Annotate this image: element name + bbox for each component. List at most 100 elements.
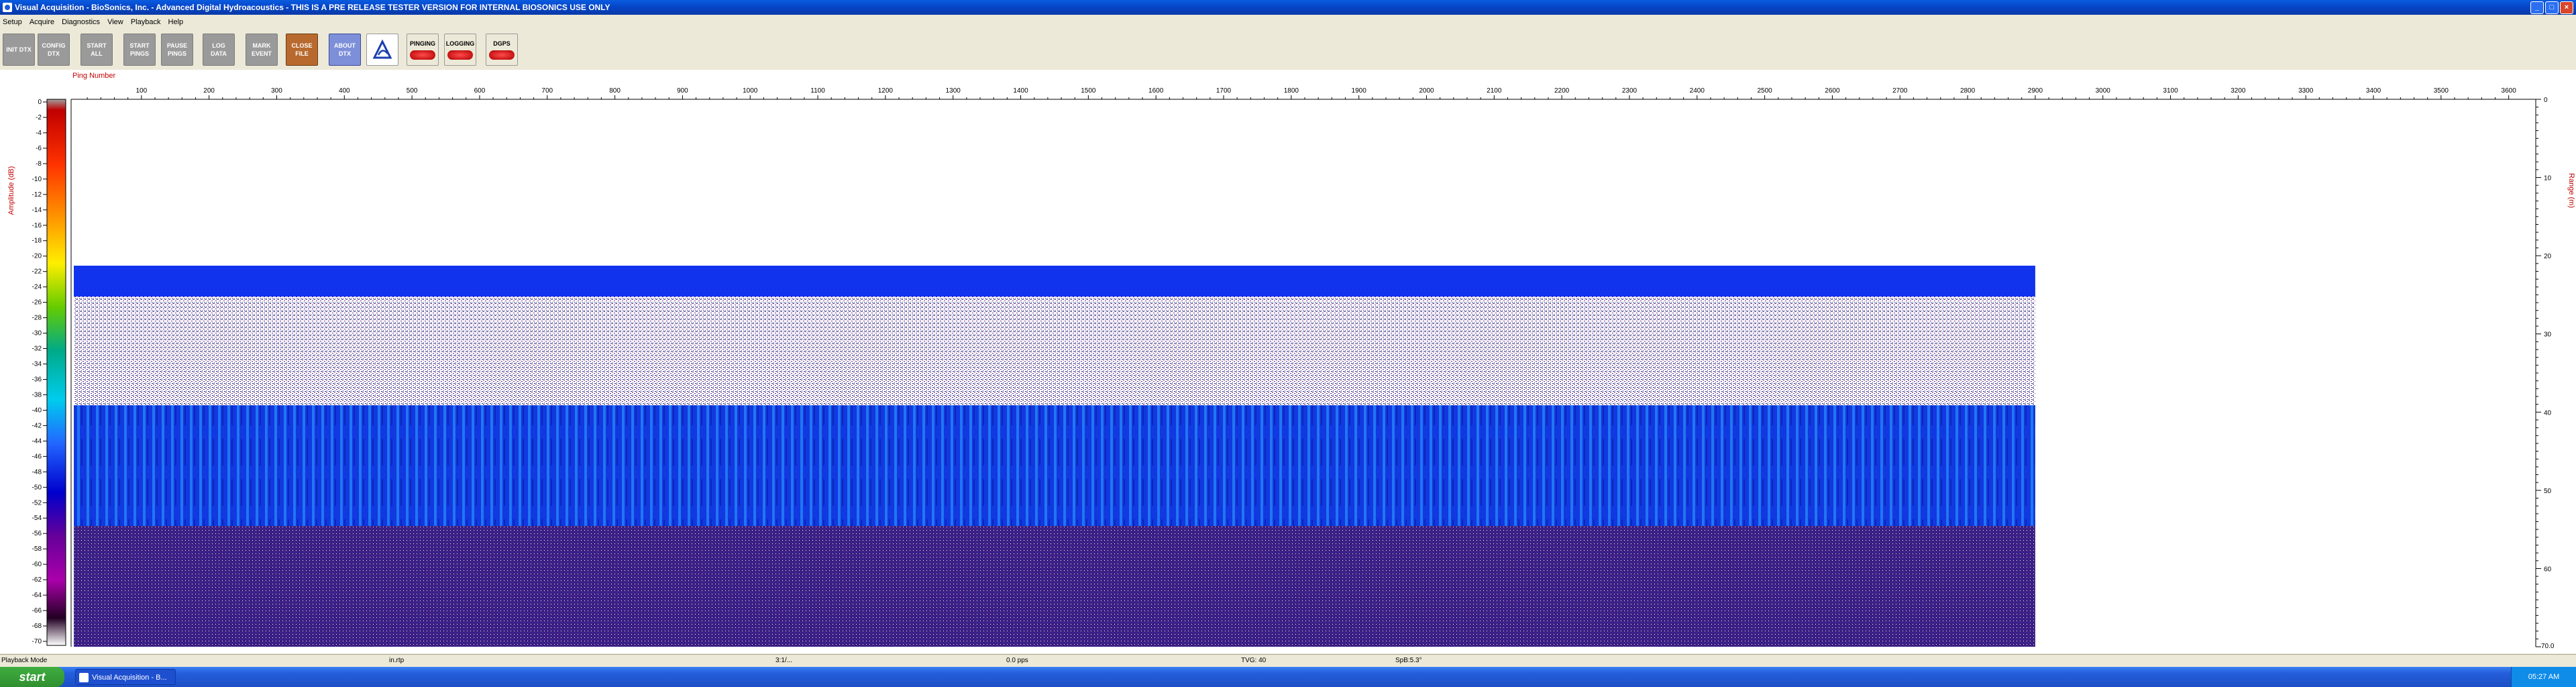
menu-diagnostics[interactable]: Diagnostics [59, 16, 103, 28]
init-dtx-button[interactable]: INIT DTX [3, 34, 35, 66]
x-tick-label: 1800 [1284, 87, 1299, 95]
amplitude-tick-label: 0 [38, 99, 42, 106]
status-file: in.rtp [389, 657, 405, 664]
x-tick-label: 300 [271, 87, 282, 95]
logging-label: LOGGING [445, 40, 475, 47]
mark-event-button[interactable]: MARK EVENT [246, 34, 278, 66]
status-mode: Playback Mode [1, 657, 48, 664]
x-tick-label: 800 [609, 87, 621, 95]
menu-view[interactable]: View [105, 16, 126, 28]
biosonics-logo-icon [366, 34, 398, 66]
start-pings-button[interactable]: START PINGS [123, 34, 156, 66]
x-tick-label: 3100 [2163, 87, 2178, 95]
x-tick-label: 1500 [1081, 87, 1096, 95]
amplitude-tick-label: -54 [32, 515, 42, 522]
amplitude-tick-label: -44 [32, 437, 42, 445]
minimize-button[interactable]: _ [2530, 1, 2544, 14]
amplitude-tick-label: -10 [32, 176, 42, 183]
pause-pings-button[interactable]: PAUSE PINGS [161, 34, 193, 66]
amplitude-tick-label: -48 [32, 468, 42, 476]
amplitude-tick-label: -18 [32, 237, 42, 245]
log-data-button[interactable]: LOG DATA [203, 34, 235, 66]
menu-playback[interactable]: Playback [128, 16, 164, 28]
config-dtx-button[interactable]: CONFIG DTX [38, 34, 70, 66]
x-tick-label: 3000 [2096, 87, 2111, 95]
amplitude-tick-label: -22 [32, 268, 42, 276]
start-all-button[interactable]: START ALL [80, 34, 113, 66]
taskbar: start Visual Acquisition - B... 05:27 AM [0, 667, 2576, 687]
range-tick-label: 10 [2544, 175, 2552, 182]
range-tick-label: 20 [2544, 253, 2552, 260]
amplitude-tick-label: -58 [32, 545, 42, 553]
x-tick-label: 2800 [1960, 87, 1976, 95]
maximize-button[interactable]: □ [2545, 1, 2559, 14]
window-controls: _ □ × [2530, 1, 2573, 14]
echogram-data [74, 266, 2035, 647]
x-tick-label: 3600 [2502, 87, 2517, 95]
x-tick-label: 1900 [1352, 87, 1367, 95]
about-dtx-button[interactable]: ABOUT DTX [329, 34, 361, 66]
range-tick-label: 0 [2544, 97, 2548, 104]
taskbar-item-visual-acquisition[interactable]: Visual Acquisition - B... [75, 669, 176, 685]
biosonics-logo-graphic [372, 39, 392, 59]
logging-indicator: LOGGING [444, 34, 476, 66]
x-tick-label: 1200 [878, 87, 894, 95]
x-tick-label: 1600 [1148, 87, 1164, 95]
range-axis-label: Range (m) [2567, 173, 2575, 208]
amplitude-ticks: 0 -2 -4 -6 -8 -10 -12 -14 -16 -18 -20 -22 -24 -26 -28 -… [32, 99, 47, 645]
status-tvg: TVG: 40 [1241, 657, 1267, 664]
x-tick-label: 1700 [1216, 87, 1232, 95]
menu-help[interactable]: Help [166, 16, 186, 28]
status-time: 3:1/... [775, 657, 793, 664]
x-tick-label: 200 [203, 87, 215, 95]
amplitude-tick-label: -32 [32, 346, 42, 353]
logging-led-icon [447, 50, 473, 60]
amplitude-tick-label: -12 [32, 191, 42, 199]
amplitude-tick-label: -52 [32, 499, 42, 507]
x-tick-label: 2500 [1757, 87, 1772, 95]
x-tick-label: 3500 [2434, 87, 2449, 95]
window-titlebar: Visual Acquisition - BioSonics, Inc. - A… [0, 0, 2576, 15]
menu-acquire[interactable]: Acquire [27, 16, 57, 28]
x-tick-label: 2600 [1825, 87, 1840, 95]
amplitude-tick-label: -64 [32, 592, 42, 599]
x-tick-label: 1400 [1013, 87, 1028, 95]
pinging-label: PINGING [409, 40, 435, 47]
x-tick-label: 1000 [743, 87, 758, 95]
x-tick-label: 3300 [2298, 87, 2314, 95]
amplitude-tick-label: -24 [32, 284, 42, 291]
window-title: Visual Acquisition - BioSonics, Inc. - A… [15, 3, 610, 12]
amplitude-tick-label: -56 [32, 530, 42, 537]
close-file-button[interactable]: CLOSE FILE [286, 34, 318, 66]
deep-band [74, 526, 2035, 647]
amplitude-colorbar [46, 99, 66, 646]
x-tick-label: 2400 [1690, 87, 1705, 95]
amplitude-tick-label: -2 [36, 114, 42, 121]
x-tick-label: 1300 [946, 87, 961, 95]
system-tray: 05:27 AM [2511, 667, 2576, 687]
amplitude-tick-label: -68 [32, 623, 42, 630]
menu-setup[interactable]: Setup [0, 16, 25, 28]
range-ticks: 0 10 20 30 40 50 60 [2536, 97, 2552, 647]
x-tick-label: 400 [339, 87, 350, 95]
amplitude-tick-label: -28 [32, 315, 42, 322]
app-icon [3, 3, 12, 12]
x-tick-label: 2900 [2028, 87, 2043, 95]
amplitude-tick-label: -46 [32, 453, 42, 460]
x-tick-label: 600 [474, 87, 486, 95]
close-button[interactable]: × [2560, 1, 2573, 14]
x-tick-label: 1100 [810, 87, 825, 95]
purple-layer [74, 345, 2035, 405]
x-tick-label: 500 [407, 87, 418, 95]
amplitude-tick-label: -38 [32, 391, 42, 399]
start-button[interactable]: start [0, 667, 64, 687]
x-tick-label: 2700 [1892, 87, 1908, 95]
status-bar: Playback Mode in.rtp 3:1/... 0.0 pps TVG… [0, 654, 2576, 667]
dgps-indicator: DGPS [486, 34, 518, 66]
range-tick-label: 60 [2544, 566, 2552, 573]
pinging-indicator: PINGING [407, 34, 439, 66]
x-tick-label: 2000 [1419, 87, 1434, 95]
range-tick-label: 50 [2544, 488, 2552, 495]
clock: 05:27 AM [2528, 673, 2560, 681]
range-max-label: 70.0 [2541, 643, 2555, 650]
